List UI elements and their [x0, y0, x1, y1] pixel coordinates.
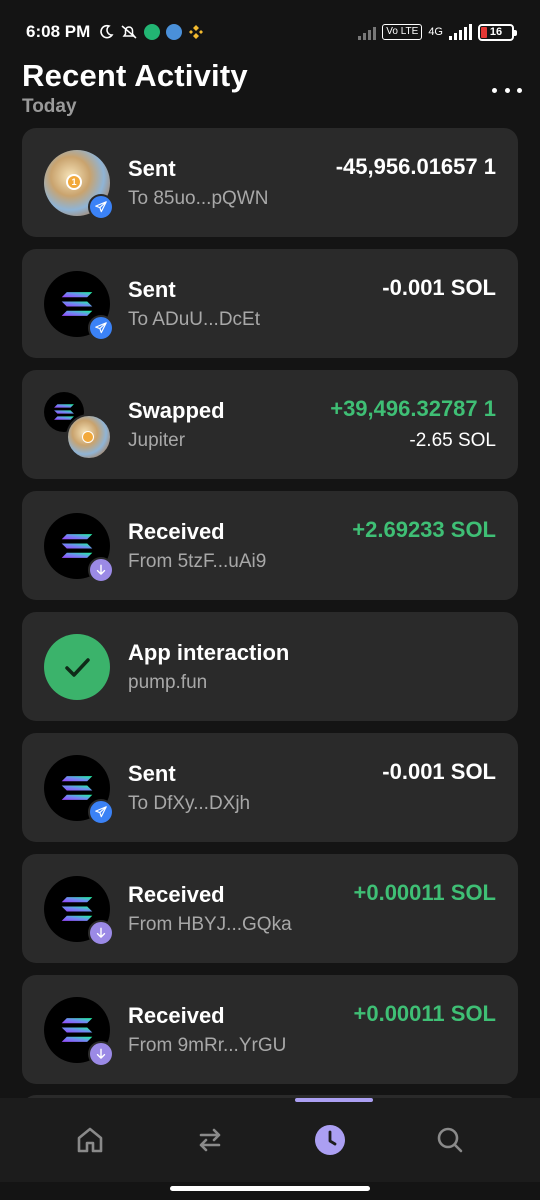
app-avatar [44, 633, 110, 700]
battery-icon: 16 [478, 23, 517, 41]
nav-swap-button[interactable] [180, 1110, 240, 1170]
app-notification-icon [144, 24, 161, 40]
arrow-down-icon [88, 1040, 114, 1067]
activity-amount: -0.001 SOL [382, 275, 496, 300]
bottom-nav [0, 1098, 540, 1182]
paper-plane-icon [88, 798, 114, 825]
dot-icon [492, 87, 497, 93]
section-label: Today [22, 96, 77, 117]
token-avatar [44, 512, 114, 583]
status-bar: 6:08 PM Vo LTE 4G 16 [0, 0, 540, 64]
activity-amount: -45,956.01657 1 [335, 154, 496, 179]
activity-item[interactable]: Received From 5tzF...uAi9 +2.69233 SOL [22, 491, 518, 600]
network-type: 4G [428, 26, 443, 38]
active-tab-indicator [295, 1098, 373, 1102]
signal-icon [449, 24, 472, 40]
gesture-home-bar[interactable] [170, 1186, 370, 1191]
token-image [66, 413, 112, 460]
more-options-button[interactable] [492, 82, 522, 98]
activity-item[interactable]: 1 Sent To 85uo...pQWN -45,956.01657 1 [22, 128, 518, 237]
paper-plane-icon [88, 314, 114, 341]
clock-icon [315, 1125, 345, 1155]
activity-detail: From 9mRr...YrGU [128, 1034, 287, 1056]
activity-item[interactable]: Swapped Jupiter +39,496.32787 1 -2.65 SO… [22, 370, 518, 479]
status-notification-icons [98, 24, 204, 40]
page-header: Recent Activity Today [22, 58, 522, 118]
activity-amount: +0.00011 SOL [353, 880, 497, 905]
swap-pair-avatar [44, 391, 112, 460]
activity-detail: pump.fun [128, 671, 208, 693]
activity-detail: To ADuU...DcEt [128, 308, 260, 330]
nav-home-button[interactable] [60, 1110, 120, 1170]
token-avatar [44, 996, 114, 1067]
token-avatar [44, 270, 114, 341]
arrow-down-icon [88, 556, 114, 583]
dot-icon [504, 87, 510, 93]
token-avatar [44, 754, 114, 825]
activity-amount: +39,496.32787 1 [330, 396, 496, 421]
volte-badge: Vo LTE [382, 24, 423, 40]
activity-list: 1 Sent To 85uo...pQWN -45,956.01657 1 Se… [22, 128, 518, 1096]
search-icon [437, 1127, 463, 1153]
activity-item[interactable]: Received From HBYJ...GQka +0.00011 SOL [22, 854, 518, 963]
page-title: Recent Activity [22, 58, 248, 93]
activity-amount: +2.69233 SOL [352, 517, 496, 542]
activity-detail: To 85uo...pQWN [128, 187, 269, 209]
activity-detail: From HBYJ...GQka [128, 913, 292, 935]
signal-icon [358, 24, 377, 40]
activity-amount: -0.001 SOL [382, 759, 496, 784]
activity-detail: To DfXy...DXjh [128, 792, 251, 814]
check-icon [44, 633, 110, 700]
activity-item[interactable]: Received From 9mRr...YrGU +0.00011 SOL [22, 975, 518, 1084]
muted-bell-icon [121, 25, 137, 39]
activity-amount: +0.00011 SOL [353, 1001, 497, 1026]
activity-item[interactable]: Sent To DfXy...DXjh -0.001 SOL [22, 733, 518, 842]
status-time: 6:08 PM [26, 22, 91, 41]
paper-plane-icon [88, 193, 114, 220]
coin-icon: 1 [66, 173, 82, 190]
activity-type: App interaction [128, 639, 290, 665]
arrow-down-icon [88, 919, 114, 946]
moon-icon [100, 24, 114, 39]
app-notification-icon [166, 24, 183, 40]
home-icon [77, 1127, 103, 1153]
activity-item[interactable]: Sent To ADuU...DcEt -0.001 SOL [22, 249, 518, 358]
token-avatar [44, 875, 114, 946]
binance-icon [189, 25, 204, 39]
swap-icon [199, 1128, 221, 1152]
nav-activity-button[interactable] [300, 1110, 360, 1170]
activity-detail: From 5tzF...uAi9 [128, 550, 267, 572]
activity-item[interactable]: App interaction pump.fun [22, 612, 518, 721]
activity-amount-secondary: -2.65 SOL [409, 430, 496, 451]
dot-icon [517, 87, 522, 93]
token-avatar: 1 [44, 149, 114, 220]
nav-search-button[interactable] [420, 1110, 480, 1170]
